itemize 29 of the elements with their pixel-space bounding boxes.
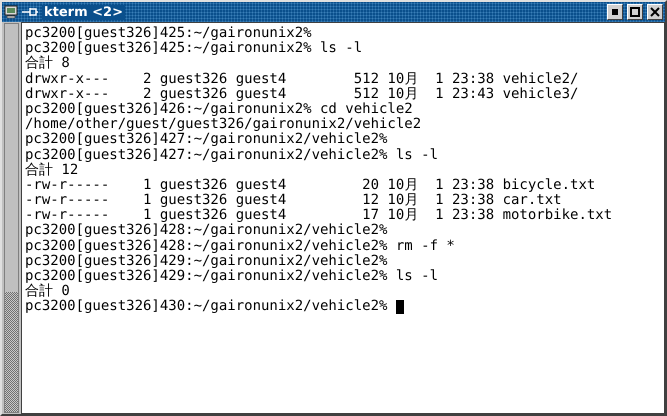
terminal-line: 合計 0 bbox=[25, 284, 70, 300]
close-button[interactable] bbox=[647, 4, 663, 20]
terminal-line: pc3200[guest326]429:~/gaironunix2/vehicle2% ls -l bbox=[25, 269, 438, 284]
square-icon bbox=[630, 7, 640, 17]
terminal-line: pc3200[guest326]430:~/gaironunix2/vehicle2% bbox=[25, 299, 388, 315]
maximize-button[interactable] bbox=[627, 4, 643, 20]
terminal-line: /home/other/guest/guest326/gaironunix2/vehicle2 bbox=[25, 117, 422, 132]
terminal-line: -rw-r----- 1 guest326 guest4 17 10月 1 23:38 motorbike.txt bbox=[25, 208, 612, 224]
terminal-line: 合計 12 bbox=[25, 162, 78, 178]
terminal-line: -rw-r----- 1 guest326 guest4 20 10月 1 23:38 bicycle.txt bbox=[25, 178, 596, 193]
computer-icon[interactable] bbox=[4, 5, 18, 19]
terminal-line: pc3200[guest326]427:~/gaironunix2/vehicle2% bbox=[25, 132, 388, 148]
terminal-line: pc3200[guest326]425:~/gaironunix2% bbox=[25, 26, 312, 42]
terminal-line: pc3200[guest326]428:~/gaironunix2/vehicle2% bbox=[25, 223, 388, 239]
terminal-line: pc3200[guest326]427:~/gaironunix2/vehicle2% ls -l bbox=[25, 148, 438, 162]
terminal-line: pc3200[guest326]428:~/gaironunix2/vehicle2% rm -f * bbox=[25, 238, 455, 254]
terminal-line: pc3200[guest326]425:~/gaironunix2% ls -l bbox=[25, 41, 362, 56]
terminal-line: pc3200[guest326]426:~/gaironunix2% cd vehicle2 bbox=[25, 102, 413, 118]
terminal-line: pc3200[guest326]429:~/gaironunix2/vehicle2% bbox=[25, 254, 388, 269]
pin-icon[interactable] bbox=[22, 7, 38, 17]
scrollbar[interactable] bbox=[4, 23, 19, 413]
terminal-line: -rw-r----- 1 guest326 guest4 12 10月 1 23:38 car.txt bbox=[25, 193, 562, 208]
minimize-button[interactable] bbox=[607, 4, 623, 20]
terminal-line: drwxr-x--- 2 guest326 guest4 512 10月 1 23:38 vehicle2/ bbox=[25, 72, 578, 87]
scrollbar-thumb[interactable] bbox=[5, 292, 18, 412]
terminal-line: drwxr-x--- 2 guest326 guest4 512 10月 1 23:43 vehicle3/ bbox=[25, 86, 578, 102]
terminal-line: 合計 8 bbox=[25, 56, 70, 72]
window-title: kterm <2> bbox=[42, 4, 125, 20]
close-icon bbox=[650, 7, 660, 17]
